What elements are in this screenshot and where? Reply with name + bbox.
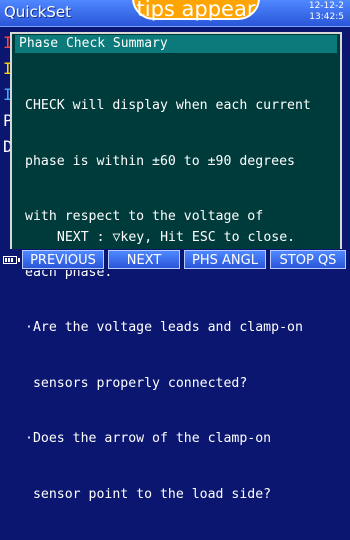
softkey-bar: PREVIOUS NEXT PHS ANGL STOP QS <box>0 249 350 270</box>
dialog-title: Phase Check Summary <box>15 35 337 53</box>
dialog-line: with respect to the voltage of <box>25 209 264 224</box>
dialog-line: ·Does the arrow of the clamp-on <box>25 431 272 446</box>
dialog-line: phase is within ±60 to ±90 degrees <box>25 153 295 169</box>
dialog-line: ·Are the voltage leads and clamp-on <box>25 320 303 335</box>
battery-icon <box>3 256 20 264</box>
next-button[interactable]: NEXT <box>108 250 180 269</box>
date-label: 12-12-2 <box>308 1 344 11</box>
tips-callout: tips appear <box>132 0 260 20</box>
time-label: 13:42:5 <box>309 12 344 22</box>
dialog-footer-hint: NEXT : ▽key, Hit ESC to close. <box>56 230 296 245</box>
app-title: QuickSet <box>4 3 72 21</box>
previous-button[interactable]: PREVIOUS <box>22 250 104 269</box>
date-time: 12-12-2 13:42:5 <box>309 1 344 23</box>
dialog-body: CHECK will display when each current pha… <box>25 60 335 540</box>
dialog-line: CHECK will display when each current <box>25 98 311 113</box>
phase-angle-button[interactable]: PHS ANGL <box>184 250 266 269</box>
stop-quickset-button[interactable]: STOP QS <box>270 250 346 269</box>
dialog-line: sensors properly connected? <box>25 375 248 391</box>
phase-check-dialog: Phase Check Summary CHECK will display w… <box>10 32 342 502</box>
dialog-line: sensor point to the load side? <box>25 486 272 502</box>
tips-callout-text: tips appear <box>136 0 256 21</box>
